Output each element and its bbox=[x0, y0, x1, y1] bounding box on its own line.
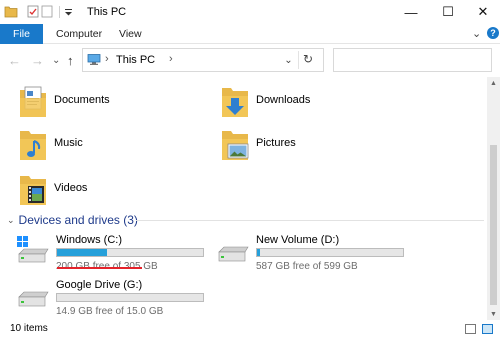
documents-folder-icon bbox=[20, 86, 46, 117]
properties-icon[interactable] bbox=[26, 5, 40, 18]
scroll-down-arrow[interactable]: ▼ bbox=[487, 308, 500, 320]
drive-label: Windows (C:) bbox=[56, 234, 123, 246]
quick-access-separator bbox=[59, 6, 60, 18]
pictures-folder-icon bbox=[222, 131, 249, 160]
breadcrumb-separator[interactable]: › bbox=[169, 53, 173, 65]
drive-usage-bar bbox=[56, 248, 204, 257]
forward-button[interactable]: → bbox=[31, 53, 44, 68]
refresh-icon[interactable]: ↻ bbox=[303, 52, 313, 66]
folder-label: Music bbox=[54, 137, 83, 149]
drive-usage-bar bbox=[56, 293, 204, 302]
windows-drive-icon bbox=[17, 236, 49, 263]
maximize-button[interactable]: ☐ bbox=[431, 2, 465, 22]
folder-label: Downloads bbox=[256, 94, 311, 106]
drive-label: New Volume (D:) bbox=[256, 234, 340, 246]
hard-drive-icon bbox=[218, 246, 249, 262]
folder-label: Videos bbox=[54, 182, 88, 194]
status-bar: 10 items bbox=[0, 320, 500, 338]
devices-and-drives-header[interactable]: ⌄ Devices and drives (3) bbox=[7, 213, 138, 227]
section-divider bbox=[136, 220, 484, 221]
this-pc-icon bbox=[87, 54, 101, 65]
folder-label: Documents bbox=[54, 94, 110, 106]
help-icon[interactable]: ? bbox=[487, 27, 499, 39]
vertical-scrollbar[interactable]: ▲ ▼ bbox=[487, 77, 500, 320]
downloads-folder-icon bbox=[222, 88, 248, 117]
title-bar: This PC — ☐ ✕ bbox=[0, 0, 500, 24]
scroll-thumb[interactable] bbox=[490, 145, 497, 305]
videos-folder-icon bbox=[20, 176, 46, 205]
drive-usage-bar bbox=[256, 248, 404, 257]
tab-view[interactable]: View bbox=[119, 28, 142, 40]
collapse-chevron-icon[interactable]: ⌄ bbox=[7, 215, 15, 226]
close-button[interactable]: ✕ bbox=[466, 2, 500, 22]
drive-free-space: 587 GB free of 599 GB bbox=[256, 261, 358, 272]
folder-icon[interactable] bbox=[4, 5, 18, 18]
breadcrumb-separator[interactable]: › bbox=[105, 53, 109, 65]
scroll-up-arrow[interactable]: ▲ bbox=[487, 77, 500, 89]
item-count: 10 items bbox=[10, 323, 48, 334]
window-title: This PC bbox=[87, 6, 127, 18]
ribbon-tabs: File Computer View ⌄ ? bbox=[0, 24, 500, 44]
music-folder-icon bbox=[20, 131, 46, 160]
minimize-button[interactable]: — bbox=[394, 2, 428, 22]
section-title: Devices and drives (3) bbox=[18, 213, 138, 227]
details-view-button[interactable] bbox=[465, 324, 476, 334]
expand-ribbon-icon[interactable]: ⌄ bbox=[472, 27, 481, 40]
back-button[interactable]: ← bbox=[8, 53, 21, 68]
large-icons-view-button[interactable] bbox=[482, 324, 493, 334]
drive-label: Google Drive (G:) bbox=[56, 279, 143, 291]
drive-free-space: 14.9 GB free of 15.0 GB bbox=[56, 306, 164, 317]
up-button[interactable]: ↑ bbox=[67, 53, 74, 68]
customize-dropdown-icon[interactable] bbox=[64, 5, 73, 18]
tab-file[interactable]: File bbox=[0, 24, 43, 44]
tab-computer[interactable]: Computer bbox=[56, 28, 102, 40]
address-bar[interactable]: › This PC › ⌄ ↻ bbox=[82, 48, 324, 72]
breadcrumb-this-pc[interactable]: This PC bbox=[116, 54, 155, 66]
hard-drive-icon bbox=[18, 291, 49, 307]
highlight-underline bbox=[57, 267, 142, 269]
search-input[interactable] bbox=[333, 48, 492, 72]
folder-label: Pictures bbox=[256, 137, 296, 149]
recent-locations-button[interactable]: ⌄ bbox=[52, 55, 60, 66]
address-dropdown-icon[interactable]: ⌄ bbox=[279, 51, 299, 69]
new-folder-icon[interactable] bbox=[40, 5, 54, 18]
